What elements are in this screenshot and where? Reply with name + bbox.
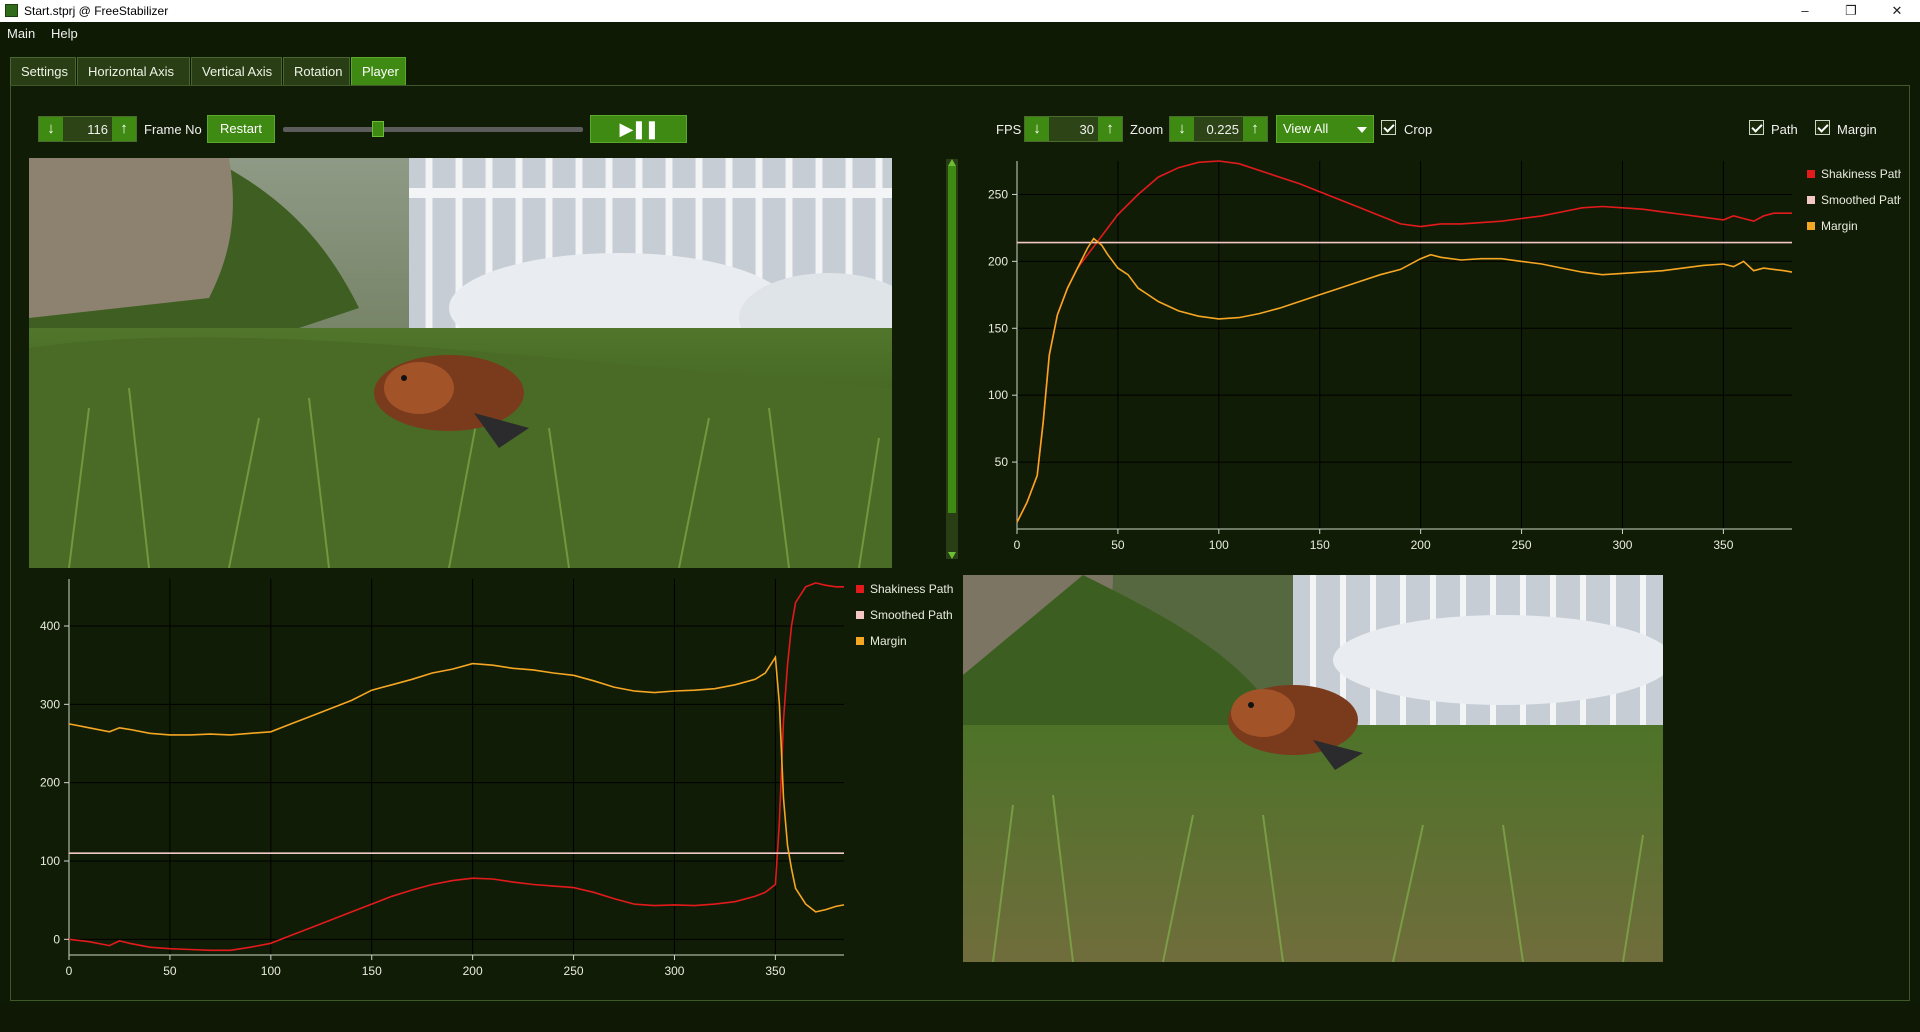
maximize-button[interactable]: ❐ xyxy=(1828,0,1874,22)
tab-settings[interactable]: Settings xyxy=(10,57,76,85)
tab-horizontal-axis[interactable]: Horizontal Axis xyxy=(77,57,190,85)
y-tick-label: 0 xyxy=(53,932,60,946)
y-tick-label: 250 xyxy=(988,187,1008,201)
x-tick-label: 200 xyxy=(1411,538,1431,552)
x-tick-label: 50 xyxy=(163,964,177,978)
x-tick-label: 250 xyxy=(1512,538,1532,552)
x-tick-label: 0 xyxy=(66,964,73,978)
x-tick-label: 0 xyxy=(1014,538,1021,552)
app-icon xyxy=(5,4,18,17)
stabilized-frame-view xyxy=(963,575,1663,962)
x-tick-label: 50 xyxy=(1111,538,1125,552)
legend-swatch xyxy=(1807,222,1815,230)
play-pause-button[interactable]: ▶❚❚ xyxy=(590,115,687,143)
legend-swatch xyxy=(856,611,864,619)
x-tick-label: 300 xyxy=(664,964,684,978)
x-tick-label: 100 xyxy=(1209,538,1229,552)
y-tick-label: 200 xyxy=(40,776,60,790)
arrow-up-icon[interactable] xyxy=(948,159,956,166)
x-tick-label: 150 xyxy=(362,964,382,978)
tab-rotation[interactable]: Rotation xyxy=(283,57,350,85)
original-frame-image xyxy=(29,158,892,568)
x-tick-label: 200 xyxy=(463,964,483,978)
menu-help[interactable]: Help xyxy=(51,26,78,41)
frame-slider-handle[interactable] xyxy=(372,121,385,137)
frame-slider[interactable] xyxy=(283,127,583,132)
legend-entry: Smoothed Path xyxy=(1821,193,1901,207)
legend-swatch xyxy=(856,637,864,645)
x-tick-label: 250 xyxy=(564,964,584,978)
arrow-up-icon[interactable]: ↑ xyxy=(112,117,136,141)
restart-button[interactable]: Restart xyxy=(207,115,275,143)
legend-entry: Margin xyxy=(1821,219,1858,233)
legend-entry: Shakiness Path xyxy=(1821,167,1901,181)
legend-entry: Smoothed Path xyxy=(870,608,953,622)
player-panel: ↓ 116 ↑ Frame No Restart ▶❚❚ FPS ↓ 30 ↑ … xyxy=(10,85,1910,1001)
window-title: Start.stprj @ FreeStabilizer xyxy=(24,4,169,18)
legend-swatch xyxy=(1807,196,1815,204)
legend-entry: Margin xyxy=(870,634,907,648)
legend-swatch xyxy=(856,585,864,593)
plot-area xyxy=(1017,161,1792,529)
status-bar xyxy=(0,1004,1920,1032)
bottom-path-chart: 0 50 100 150 200 250 300 350 0 100 200 300 400 Shakin… xyxy=(11,571,971,996)
y-tick-label: 50 xyxy=(995,455,1009,469)
top-path-chart: 0 50 100 150 200 250 300 350 50 100 150 200 250 Shaki… xyxy=(941,126,1904,566)
x-tick-label: 300 xyxy=(1612,538,1632,552)
plot-area xyxy=(69,579,844,955)
y-tick-label: 400 xyxy=(40,619,60,633)
y-tick-label: 300 xyxy=(40,697,60,711)
x-tick-label: 350 xyxy=(1713,538,1733,552)
x-tick-label: 150 xyxy=(1310,538,1330,552)
bottom-path-chart-svg: 0 50 100 150 200 250 300 350 0 100 200 300 400 Shakin… xyxy=(40,579,953,978)
y-tick-label: 200 xyxy=(988,254,1008,268)
tab-vertical-axis[interactable]: Vertical Axis xyxy=(191,57,282,85)
legend-swatch xyxy=(1807,170,1815,178)
frame-label: Frame No xyxy=(144,122,202,137)
y-tick-label: 100 xyxy=(40,854,60,868)
top-path-chart-svg: 0 50 100 150 200 250 300 350 50 100 150 200 250 Shaki… xyxy=(988,160,1904,552)
vertical-level-fill xyxy=(948,166,956,514)
minimize-button[interactable]: – xyxy=(1782,0,1828,22)
vertical-level-bar[interactable] xyxy=(946,159,958,559)
menu-main[interactable]: Main xyxy=(7,26,35,41)
original-frame-view xyxy=(29,158,892,568)
arrow-down-icon[interactable]: ↓ xyxy=(39,117,63,141)
x-tick-label: 100 xyxy=(261,964,281,978)
y-tick-label: 100 xyxy=(988,388,1008,402)
x-tick-label: 350 xyxy=(765,964,785,978)
y-tick-label: 150 xyxy=(988,321,1008,335)
arrow-down-icon[interactable] xyxy=(948,552,956,559)
frame-value: 116 xyxy=(87,122,108,137)
legend-entry: Shakiness Path xyxy=(870,582,953,596)
menu-bar: Main Help xyxy=(0,22,1920,46)
stabilized-frame-image xyxy=(963,575,1663,962)
close-button[interactable]: ✕ xyxy=(1874,0,1920,22)
frame-spinbox[interactable]: ↓ 116 ↑ xyxy=(38,116,137,142)
title-bar: Start.stprj @ FreeStabilizer – ❐ ✕ xyxy=(0,0,1920,22)
tab-player[interactable]: Player xyxy=(351,57,406,85)
